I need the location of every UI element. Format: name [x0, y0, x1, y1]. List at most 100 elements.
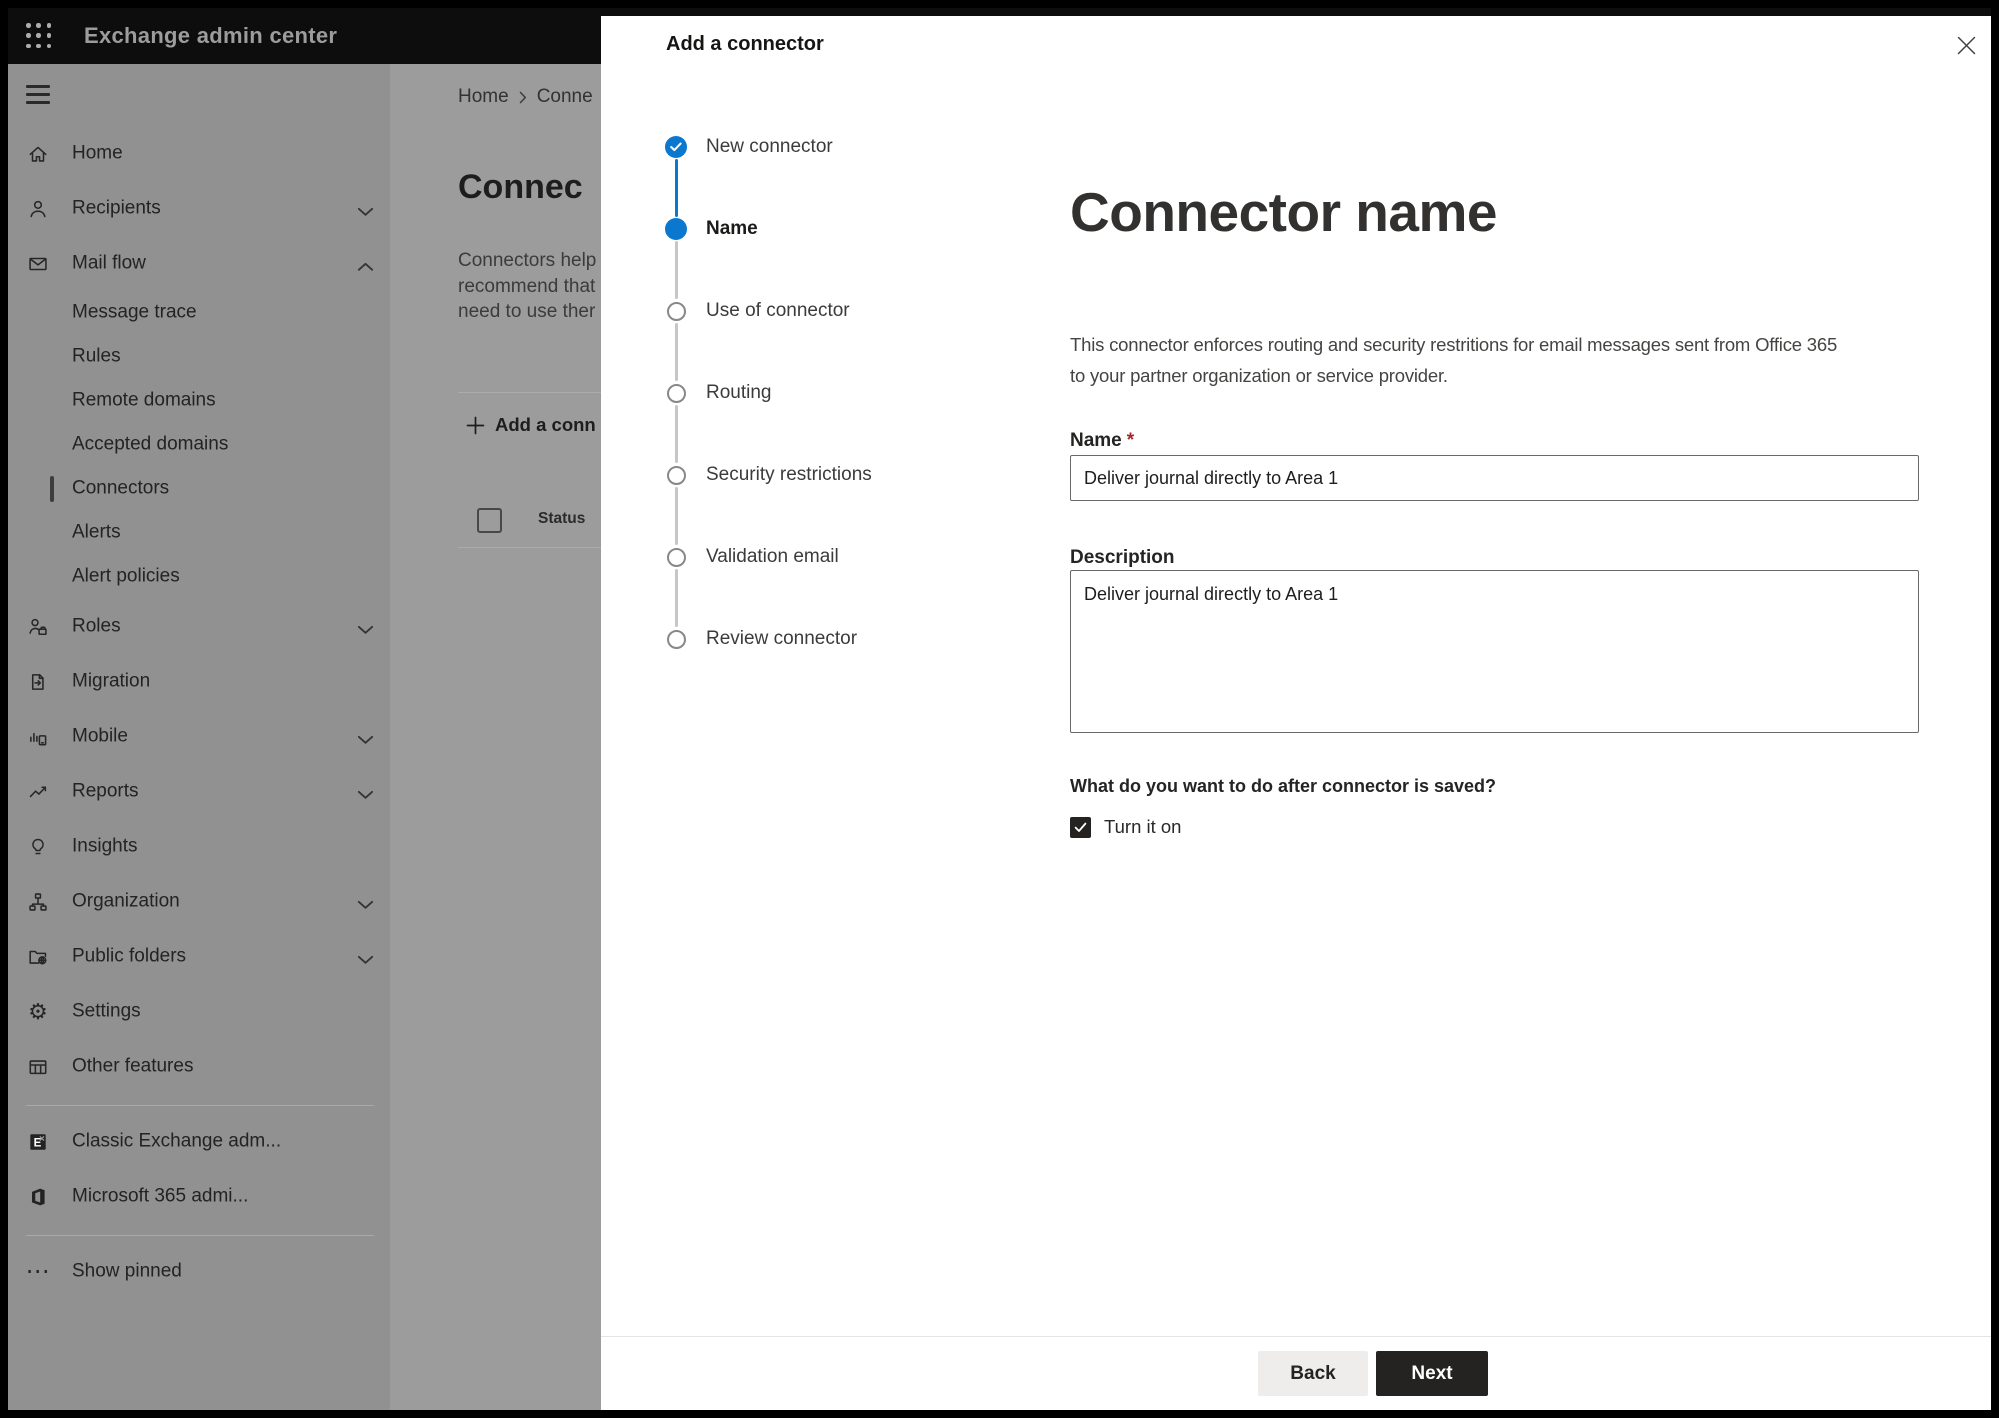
sidebar-item-label: Public folders: [72, 945, 187, 967]
sidebar-item-label: Recipients: [72, 197, 161, 219]
chevron-down-icon: [357, 204, 374, 216]
sidebar-item-remote-domains[interactable]: Remote domains: [8, 379, 390, 423]
sidebar-item-public-folders[interactable]: Public folders: [8, 929, 390, 984]
wizard-step-use-of-connector[interactable]: Use of connector: [601, 270, 1012, 352]
home-icon: [26, 142, 50, 166]
sidebar-item-migration[interactable]: Migration: [8, 654, 390, 709]
settings-gear-icon: ⚙: [28, 998, 48, 1024]
sidebar-divider: [26, 1105, 374, 1106]
app-launcher-icon[interactable]: [26, 23, 53, 50]
sidebar-item-classic-exchange-adm[interactable]: E Classic Exchange adm...: [8, 1114, 390, 1169]
wizard-step-label: Validation email: [706, 546, 839, 567]
chevron-down-icon: [357, 787, 374, 799]
sidebar-item-label: Roles: [72, 615, 121, 637]
sidebar-item-label: Connectors: [72, 477, 170, 499]
select-all-checkbox[interactable]: [477, 508, 502, 533]
wizard-step-label: Security restrictions: [706, 464, 872, 485]
sidebar-item-label: Rules: [72, 345, 121, 367]
wizard-step-security-restrictions[interactable]: Security restrictions: [601, 434, 1012, 516]
dialog-header: Add a connector: [601, 16, 1991, 74]
sidebar-item-accepted-domains[interactable]: Accepted domains: [8, 423, 390, 467]
breadcrumb-home-link[interactable]: Home: [458, 86, 509, 108]
sidebar-item-reports[interactable]: Reports: [8, 764, 390, 819]
wizard-step-review-connector[interactable]: Review connector: [601, 598, 1012, 680]
sidebar-item-settings[interactable]: ⚙ Settings: [8, 984, 390, 1039]
reports-icon: [26, 780, 50, 804]
step-upcoming-icon: [665, 382, 687, 404]
hamburger-menu-icon[interactable]: [26, 85, 50, 109]
mail-icon: [26, 252, 50, 276]
sidebar-item-mobile[interactable]: Mobile: [8, 709, 390, 764]
breadcrumb-chevron-icon: [519, 91, 527, 104]
sidebar-item-label: Mobile: [72, 725, 128, 747]
breadcrumb-current: Conne: [536, 86, 593, 107]
sidebar-item-alerts[interactable]: Alerts: [8, 511, 390, 555]
add-connector-button[interactable]: Add a conn: [466, 411, 596, 439]
name-input[interactable]: [1070, 455, 1919, 501]
sidebar-item-label: Home: [72, 142, 123, 164]
sidebar-item-label: Show pinned: [72, 1260, 182, 1282]
sidebar-nav: Home Recipients Mail flow Message trace Rule…: [8, 126, 390, 1299]
roles-icon: [26, 615, 50, 639]
sidebar-item-label: Reports: [72, 780, 139, 802]
step-upcoming-icon: [665, 546, 687, 568]
sidebar-item-recipients[interactable]: Recipients: [8, 181, 390, 236]
sidebar-item-insights[interactable]: Insights: [8, 819, 390, 874]
sidebar-item-label: Settings: [72, 1000, 141, 1022]
classic-exchange-icon: E: [26, 1130, 50, 1154]
sidebar-item-other-features[interactable]: Other features: [8, 1039, 390, 1094]
sidebar-item-alert-policies[interactable]: Alert policies: [8, 555, 390, 599]
migration-icon: [26, 670, 50, 694]
sidebar-item-mail-flow[interactable]: Mail flow: [8, 236, 390, 291]
step-upcoming-icon: [665, 628, 687, 650]
selected-indicator: [50, 476, 54, 502]
public-folders-icon: [26, 945, 50, 969]
description-textarea[interactable]: Deliver journal directly to Area 1: [1070, 570, 1919, 733]
name-field-label: Name *: [1070, 430, 1135, 451]
close-icon[interactable]: [1953, 32, 1979, 58]
chevron-down-icon: [357, 622, 374, 634]
wizard-step-label: Review connector: [706, 628, 858, 649]
insights-icon: [26, 835, 50, 859]
sidebar-item-message-trace[interactable]: Message trace: [8, 291, 390, 335]
sidebar-item-label: Microsoft 365 admi...: [72, 1185, 249, 1207]
add-connector-label: Add a conn: [495, 414, 596, 435]
sidebar-item-label: Mail flow: [72, 252, 146, 274]
dialog-content: Connector name This connector enforces r…: [1012, 73, 1991, 1337]
next-button[interactable]: Next: [1376, 1351, 1488, 1396]
step-upcoming-icon: [665, 300, 687, 322]
add-connector-dialog: Add a connector New connector Name Use of …: [601, 16, 1991, 1410]
wizard-step-new-connector[interactable]: New connector: [601, 106, 1012, 188]
wizard-step-name[interactable]: Name: [601, 188, 1012, 270]
sidebar-item-home[interactable]: Home: [8, 126, 390, 181]
sidebar-item-label: Alerts: [72, 521, 121, 543]
chevron-down-icon: [357, 952, 374, 964]
turn-it-on-checkbox-row[interactable]: Turn it on: [1070, 816, 1181, 838]
sidebar-item-label: Message trace: [72, 301, 197, 323]
sidebar-item-label: Migration: [72, 670, 151, 692]
app-title: Exchange admin center: [84, 23, 338, 48]
sidebar-item-label: Classic Exchange adm...: [72, 1130, 282, 1152]
sidebar-item-label: Insights: [72, 835, 138, 857]
sidebar-item-roles[interactable]: Roles: [8, 599, 390, 654]
sidebar-item-show-pinned[interactable]: ⋯ Show pinned: [8, 1244, 390, 1299]
sidebar-divider: [26, 1235, 374, 1236]
wizard-step-routing[interactable]: Routing: [601, 352, 1012, 434]
sidebar-item-organization[interactable]: Organization: [8, 874, 390, 929]
sidebar-item-microsoft-365-admi[interactable]: Microsoft 365 admi...: [8, 1169, 390, 1224]
page-title: Connec: [458, 168, 583, 206]
breadcrumb: Home Conne: [458, 86, 593, 108]
sidebar-item-rules[interactable]: Rules: [8, 335, 390, 379]
checkbox-checked-icon[interactable]: [1070, 816, 1091, 838]
back-button[interactable]: Back: [1258, 1351, 1368, 1396]
status-column-header[interactable]: Status: [538, 510, 585, 528]
dialog-footer: Back Next: [601, 1336, 1991, 1410]
chevron-down-icon: [357, 897, 374, 909]
chevron-down-icon: [357, 732, 374, 744]
wizard-steps-panel: New connector Name Use of connector Routing…: [601, 73, 1013, 1337]
organization-icon: [26, 890, 50, 914]
sidebar-item-connectors[interactable]: Connectors: [8, 467, 390, 511]
wizard-step-label: Name: [706, 218, 758, 239]
step-upcoming-icon: [665, 464, 687, 486]
wizard-step-validation-email[interactable]: Validation email: [601, 516, 1012, 598]
